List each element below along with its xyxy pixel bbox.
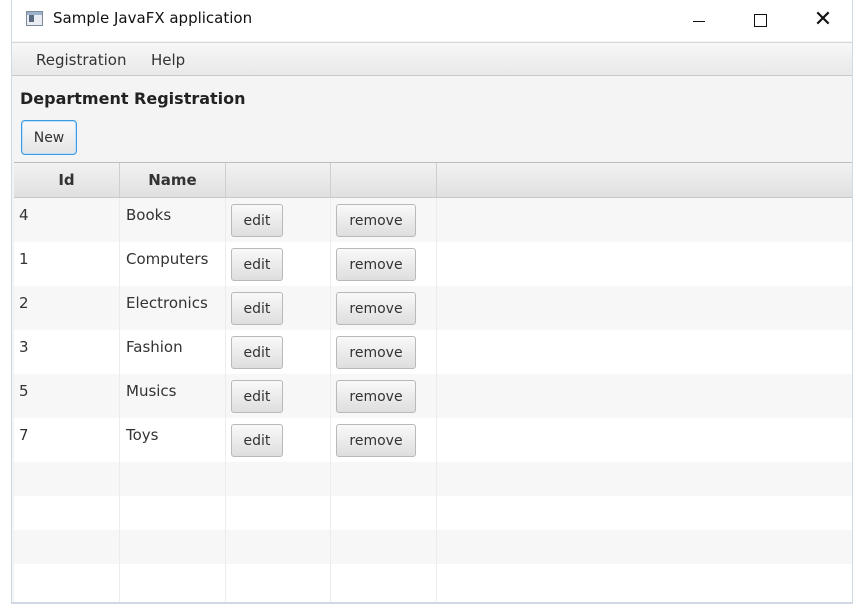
table-row[interactable]: 3 Fashion edit remove (14, 330, 852, 374)
column-header-id[interactable]: Id (14, 163, 120, 197)
edit-button[interactable]: edit (231, 424, 283, 457)
table-row[interactable]: 4 Books edit remove (14, 198, 852, 242)
cell-id: 3 (14, 330, 120, 374)
empty-cell (14, 564, 120, 602)
page-title: Department Registration (20, 89, 246, 108)
cell-edit: edit (226, 198, 331, 242)
edit-button[interactable]: edit (231, 336, 283, 369)
column-header-edit[interactable] (226, 163, 331, 197)
table-header: Id Name (14, 163, 852, 198)
remove-button[interactable]: remove (336, 336, 416, 369)
column-header-name[interactable]: Name (120, 163, 226, 197)
table-row[interactable]: 1 Computers edit remove (14, 242, 852, 286)
maximize-button[interactable] (737, 0, 783, 40)
cell-edit: edit (226, 286, 331, 330)
empty-table-row (14, 564, 852, 602)
cell-remove: remove (331, 198, 437, 242)
cell-id: 5 (14, 374, 120, 418)
cell-remove: remove (331, 330, 437, 374)
empty-cell (14, 530, 120, 564)
empty-cell (14, 496, 120, 530)
cell-remove: remove (331, 286, 437, 330)
cell-name: Books (120, 198, 226, 242)
remove-button[interactable]: remove (336, 292, 416, 325)
edit-button[interactable]: edit (231, 380, 283, 413)
cell-remove: remove (331, 374, 437, 418)
cell-name: Computers (120, 242, 226, 286)
cell-id: 7 (14, 418, 120, 462)
close-icon: ✕ (813, 7, 833, 32)
window-title: Sample JavaFX application (53, 9, 253, 27)
cell-name: Musics (120, 374, 226, 418)
cell-edit: edit (226, 374, 331, 418)
empty-cell (120, 496, 226, 530)
empty-table-row (14, 462, 852, 496)
menu-help[interactable]: Help (151, 51, 185, 69)
maximize-icon (753, 13, 767, 27)
empty-cell (226, 496, 331, 530)
column-header-remove[interactable] (331, 163, 437, 197)
empty-cell (331, 564, 437, 602)
cell-id: 1 (14, 242, 120, 286)
empty-cell (14, 462, 120, 496)
cell-id: 2 (14, 286, 120, 330)
minimize-icon (693, 20, 705, 22)
edit-button[interactable]: edit (231, 248, 283, 281)
app-window: Sample JavaFX application ✕ Registration… (11, 0, 853, 604)
empty-table-row (14, 496, 852, 530)
menu-bar: Registration Help (12, 42, 852, 76)
cell-name: Toys (120, 418, 226, 462)
cell-name: Fashion (120, 330, 226, 374)
empty-cell (120, 564, 226, 602)
edit-button[interactable]: edit (231, 204, 283, 237)
cell-id: 4 (14, 198, 120, 242)
empty-cell (226, 564, 331, 602)
cell-edit: edit (226, 242, 331, 286)
remove-button[interactable]: remove (336, 204, 416, 237)
cell-name: Electronics (120, 286, 226, 330)
table-row[interactable]: 7 Toys edit remove (14, 418, 852, 462)
table-row[interactable]: 5 Musics edit remove (14, 374, 852, 418)
close-button[interactable]: ✕ (800, 0, 846, 40)
app-window-icon (26, 11, 43, 26)
new-button[interactable]: New (21, 120, 77, 155)
minimize-button[interactable] (676, 0, 722, 40)
empty-cell (331, 530, 437, 564)
department-table: Id Name 4 Books edit remove 1 Computers (14, 162, 852, 602)
title-bar[interactable]: Sample JavaFX application ✕ (12, 0, 852, 41)
empty-cell (226, 462, 331, 496)
menu-registration[interactable]: Registration (36, 51, 126, 69)
remove-button[interactable]: remove (336, 424, 416, 457)
empty-cell (120, 462, 226, 496)
remove-button[interactable]: remove (336, 248, 416, 281)
edit-button[interactable]: edit (231, 292, 283, 325)
empty-cell (331, 462, 437, 496)
empty-table-row (14, 530, 852, 564)
cell-remove: remove (331, 242, 437, 286)
empty-cell (226, 530, 331, 564)
cell-edit: edit (226, 330, 331, 374)
cell-edit: edit (226, 418, 331, 462)
empty-cell (120, 530, 226, 564)
table-row[interactable]: 2 Electronics edit remove (14, 286, 852, 330)
empty-cell (331, 496, 437, 530)
cell-remove: remove (331, 418, 437, 462)
remove-button[interactable]: remove (336, 380, 416, 413)
